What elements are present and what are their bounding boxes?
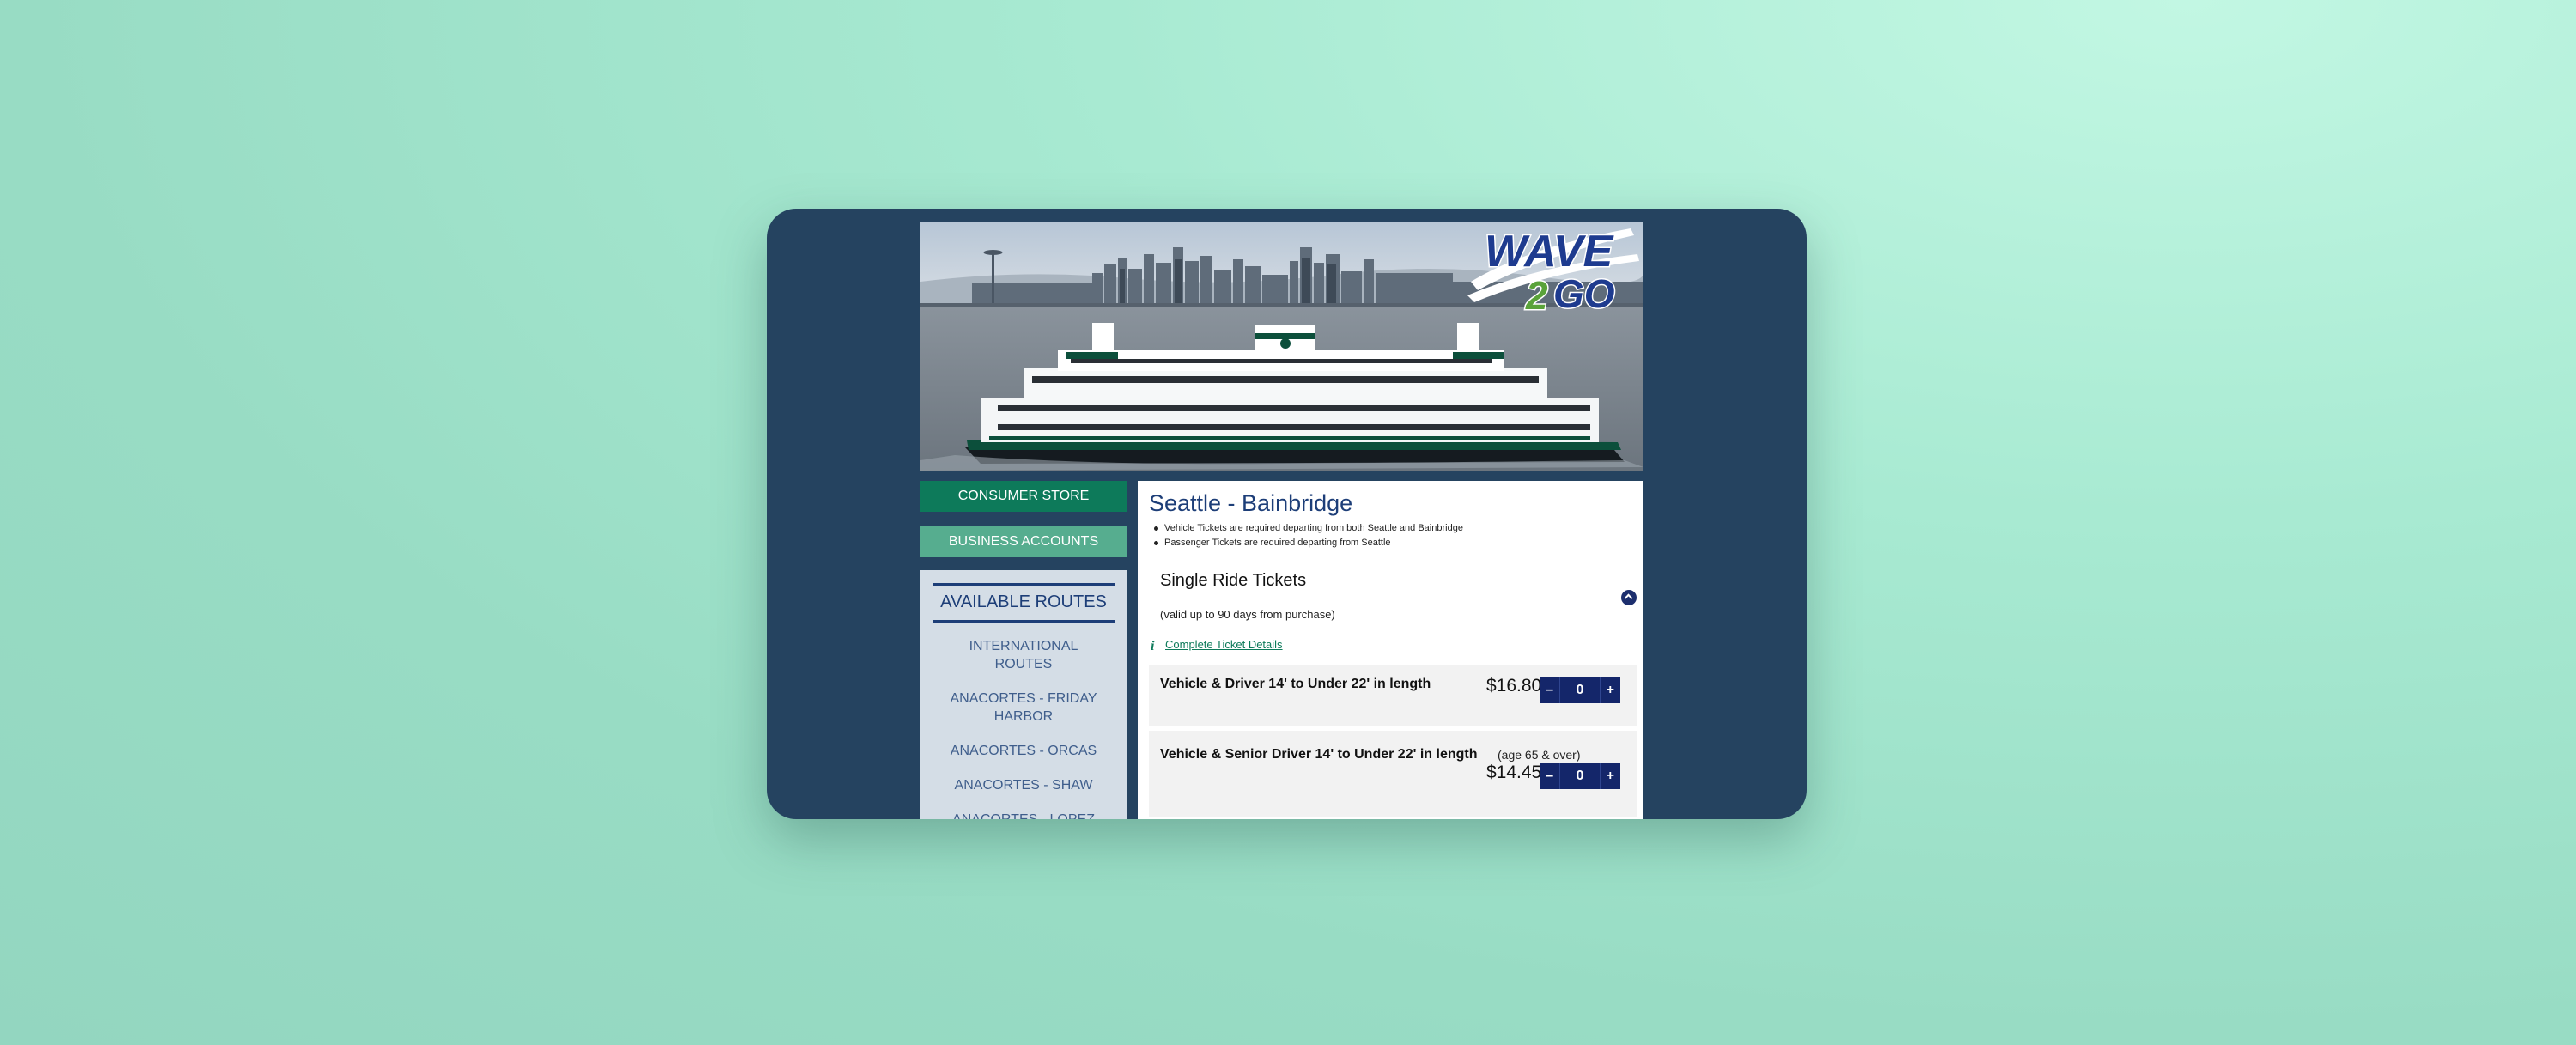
section-title: Single Ride Tickets bbox=[1160, 571, 1307, 590]
ticket-row: Vehicle & Driver 14' to Under 22' in len… bbox=[1149, 665, 1637, 726]
route-link-anacortes-orcas[interactable]: ANACORTES - ORCAS bbox=[920, 742, 1127, 760]
route-link-anacortes-shaw[interactable]: ANACORTES - SHAW bbox=[920, 776, 1127, 794]
page: WAVE 2 GO CONSUMER STORE BUSINESS ACCOUN… bbox=[920, 222, 1643, 819]
consumer-store-button[interactable]: CONSUMER STORE bbox=[920, 481, 1127, 512]
sidebar: CONSUMER STORE BUSINESS ACCOUNTS AVAILAB… bbox=[920, 481, 1127, 819]
route-note: Passenger Tickets are required departing… bbox=[1154, 536, 1463, 550]
page-title: Seattle - Bainbridge bbox=[1149, 490, 1353, 516]
route-notes: Vehicle Tickets are required departing f… bbox=[1154, 521, 1463, 550]
single-ride-section: Single Ride Tickets (valid up to 90 days… bbox=[1149, 562, 1642, 819]
route-link-anacortes-friday-harbor[interactable]: ANACORTES - FRIDAY HARBOR bbox=[920, 690, 1127, 726]
route-link-anacortes-lopez[interactable]: ANACORTES - LOPEZ bbox=[920, 811, 1127, 819]
plus-icon[interactable]: + bbox=[1601, 683, 1620, 698]
quantity-value[interactable]: 0 bbox=[1559, 677, 1601, 703]
available-routes-title: AVAILABLE ROUTES bbox=[933, 583, 1115, 623]
quantity-value[interactable]: 0 bbox=[1559, 763, 1601, 789]
ticket-price: $14.45 bbox=[1486, 762, 1542, 782]
logo-two-text: 2 bbox=[1525, 273, 1548, 316]
route-link-international[interactable]: INTERNATIONAL ROUTES bbox=[920, 637, 1127, 673]
ticket-name: Vehicle & Senior Driver 14' to Under 22'… bbox=[1160, 747, 1478, 762]
complete-ticket-details-link[interactable]: Complete Ticket Details bbox=[1165, 638, 1283, 651]
quantity-stepper: – 0 + bbox=[1540, 677, 1620, 703]
minus-icon[interactable]: – bbox=[1540, 769, 1559, 784]
ticket-row: Vehicle & Senior Driver 14' to Under 22'… bbox=[1149, 731, 1637, 817]
ticket-age-note: (age 65 & over) bbox=[1498, 748, 1581, 762]
hero-banner: WAVE 2 GO bbox=[920, 222, 1643, 471]
ticket-price: $16.80 bbox=[1486, 676, 1542, 696]
logo-go-text: GO bbox=[1553, 271, 1615, 316]
wave2go-logo: WAVE 2 GO bbox=[1459, 222, 1643, 316]
business-accounts-button[interactable]: BUSINESS ACCOUNTS bbox=[920, 526, 1127, 557]
logo-wave-text: WAVE bbox=[1485, 227, 1614, 276]
chevron-up-icon[interactable] bbox=[1621, 590, 1637, 605]
ticket-name: Vehicle & Driver 14' to Under 22' in len… bbox=[1160, 677, 1431, 691]
app-window: WAVE 2 GO CONSUMER STORE BUSINESS ACCOUN… bbox=[767, 209, 1807, 819]
available-routes-panel: AVAILABLE ROUTES INTERNATIONAL ROUTES AN… bbox=[920, 570, 1127, 819]
info-icon: i bbox=[1151, 639, 1155, 653]
plus-icon[interactable]: + bbox=[1601, 769, 1620, 784]
minus-icon[interactable]: – bbox=[1540, 683, 1559, 698]
quantity-stepper: – 0 + bbox=[1540, 763, 1620, 789]
route-note: Vehicle Tickets are required departing f… bbox=[1154, 521, 1463, 536]
validity-note: (valid up to 90 days from purchase) bbox=[1160, 608, 1335, 621]
main-content: Seattle - Bainbridge Vehicle Tickets are… bbox=[1138, 481, 1643, 819]
